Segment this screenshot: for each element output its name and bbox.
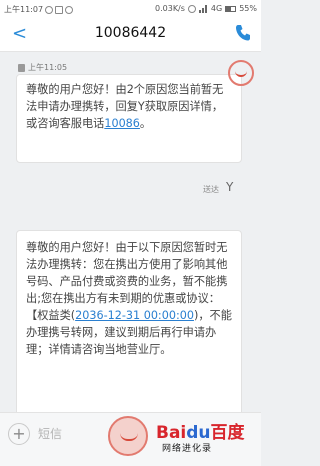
network-speed: 0.03K/s	[155, 4, 185, 13]
baidu-logo: Baidu百度	[156, 423, 245, 443]
incoming-message-2[interactable]: 尊敬的用户您好！由于以下原因您暂时无法办理携转：您在携出方使用了影响其他号码、产…	[16, 230, 242, 416]
sync-icon	[65, 5, 74, 14]
watermark-caption: 网络进化录	[162, 444, 213, 454]
phone-icon[interactable]	[235, 24, 251, 42]
incoming-message-1[interactable]: 尊敬的用户您好！由2个原因您当前暂无法申请办理携转，回复Y获取原因详情，或咨询客…	[16, 74, 242, 163]
outgoing-reply[interactable]: Y	[226, 180, 233, 194]
watermark: Baidu百度 网络进化录	[108, 416, 258, 461]
watermark-face-icon	[228, 60, 254, 86]
battery-icon	[225, 5, 237, 12]
message-timestamp: 上午11:05	[18, 62, 67, 73]
conversation-title: 10086442	[94, 25, 167, 41]
delivered-status: 送达	[203, 185, 219, 194]
battery-level: 55%	[239, 4, 257, 13]
add-attachment-button[interactable]: +	[8, 423, 30, 445]
status-bar: 上午11:07 0.03K/s 4G 55%	[0, 0, 261, 18]
mascot-icon	[108, 416, 148, 456]
message-1-tail: 。	[139, 117, 152, 130]
sim-card-icon	[18, 63, 25, 72]
status-right: 0.03K/s 4G 55%	[155, 4, 257, 13]
phone-link[interactable]: 10086	[104, 117, 140, 130]
notification-icon	[45, 5, 54, 14]
signal-icon	[198, 4, 208, 13]
conversation-header: < 10086442	[0, 18, 261, 52]
status-left: 上午11:07	[4, 4, 74, 15]
app-icon	[55, 5, 64, 14]
timestamp-text: 上午11:05	[28, 63, 68, 72]
date-link[interactable]: 2036-12-31 00:00:00	[75, 309, 194, 322]
alarm-icon	[187, 4, 196, 13]
network-type: 4G	[210, 4, 223, 13]
status-time: 上午11:07	[4, 5, 44, 14]
message-input[interactable]: 短信	[38, 424, 108, 444]
